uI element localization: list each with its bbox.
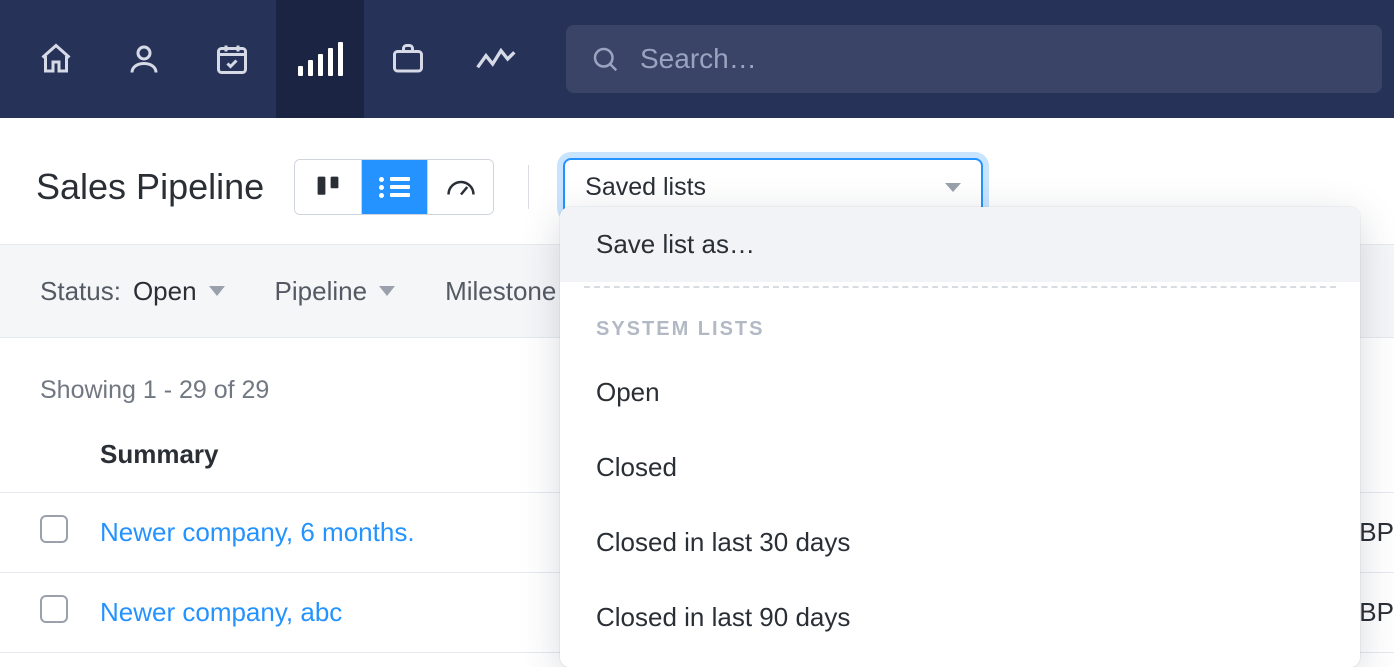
trend-icon (476, 45, 516, 73)
filter-pipeline-label: Pipeline (275, 276, 368, 307)
nav-cases[interactable] (364, 0, 452, 118)
top-nav (0, 0, 1394, 118)
filter-status-prefix: Status: (40, 276, 121, 307)
view-switch (294, 159, 494, 215)
chevron-down-icon (379, 286, 395, 296)
chevron-down-icon (945, 183, 961, 192)
search-input[interactable] (640, 43, 1358, 75)
gauge-icon (446, 176, 476, 198)
view-list-button[interactable] (361, 160, 427, 214)
person-icon (126, 41, 162, 77)
saved-lists-dropdown: Save list as… SYSTEM LISTS OpenClosedClo… (560, 207, 1360, 667)
nav-calendar[interactable] (188, 0, 276, 118)
home-icon (38, 41, 74, 77)
briefcase-icon (390, 41, 426, 77)
calendar-icon (214, 41, 250, 77)
page-title: Sales Pipeline (36, 166, 264, 208)
search-icon (590, 44, 620, 74)
board-icon (315, 174, 341, 200)
saved-lists-select-label: Saved lists (585, 173, 945, 202)
row-checkbox[interactable] (40, 515, 68, 543)
divider (528, 165, 529, 209)
nav-reports[interactable] (452, 0, 540, 118)
save-list-as-item[interactable]: Save list as… (560, 207, 1360, 282)
view-dashboard-button[interactable] (427, 160, 493, 214)
filter-status-value: Open (133, 276, 197, 307)
saved-list-item[interactable]: Closed (560, 430, 1360, 505)
saved-list-item[interactable]: Closed in last 30 days (560, 505, 1360, 580)
saved-list-item[interactable]: Open (560, 355, 1360, 430)
nav-person[interactable] (100, 0, 188, 118)
system-lists-heading: SYSTEM LISTS (560, 296, 1360, 355)
nav-pipeline[interactable] (276, 0, 364, 118)
filter-pipeline[interactable]: Pipeline (275, 276, 396, 307)
search-container (566, 25, 1382, 93)
row-summary-link[interactable]: Newer company, 6 months. (100, 517, 415, 547)
view-board-button[interactable] (295, 160, 361, 214)
chevron-down-icon (209, 286, 225, 296)
filter-status[interactable]: Status: Open (40, 276, 225, 307)
saved-list-item[interactable]: Closed in last 90 days (560, 580, 1360, 655)
row-checkbox[interactable] (40, 595, 68, 623)
nav-home[interactable] (12, 0, 100, 118)
filter-milestone-label: Milestone (445, 276, 556, 307)
row-summary-link[interactable]: Newer company, abc (100, 597, 342, 627)
bars-icon (298, 42, 343, 76)
col-checkbox (0, 417, 84, 493)
list-icon (379, 174, 410, 201)
divider (584, 286, 1336, 288)
